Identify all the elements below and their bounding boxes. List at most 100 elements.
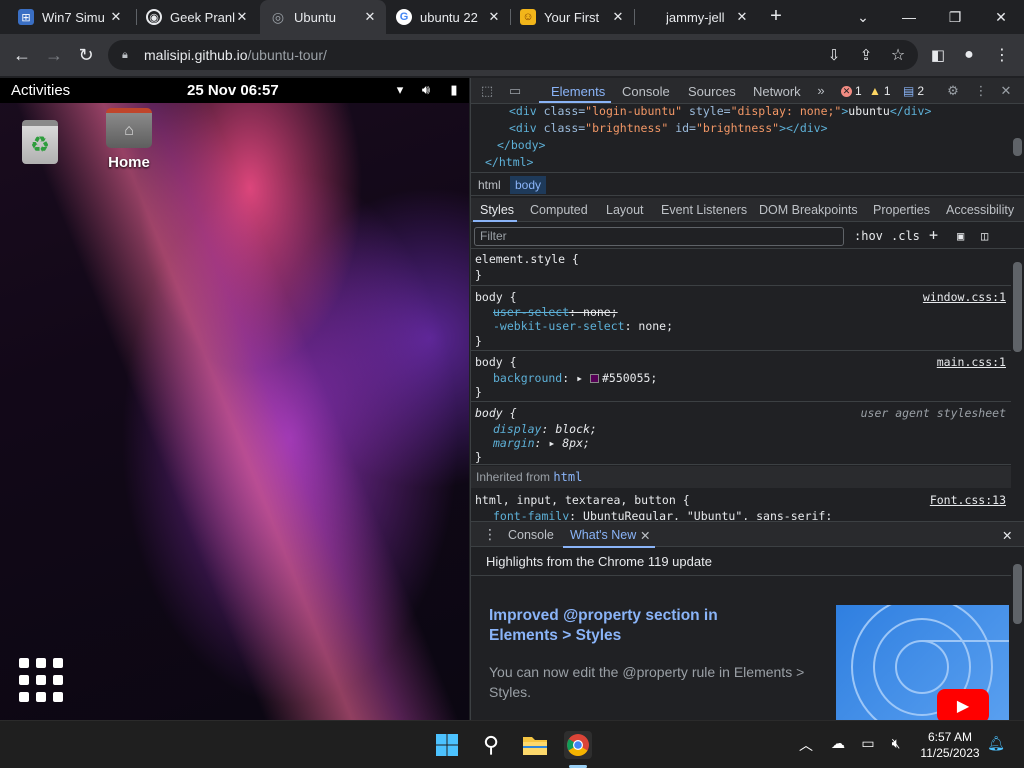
taskbar-clock[interactable]: 6:57 AM 11/25/2023 bbox=[918, 729, 982, 761]
volume-muted-icon[interactable]: 🔇︎ bbox=[886, 735, 906, 755]
browser-tab-first[interactable]: ☺ Your First ✕ bbox=[510, 0, 634, 34]
network-icon[interactable]: ▭ bbox=[858, 735, 878, 755]
warning-count-badge[interactable]: ▲ 1 bbox=[869, 84, 891, 98]
minimize-button[interactable]: — bbox=[886, 0, 932, 34]
close-icon[interactable]: ✕ bbox=[234, 9, 250, 25]
activities-button[interactable]: Activities bbox=[11, 82, 70, 99]
volume-icon[interactable]: 🔊︎ bbox=[418, 82, 434, 98]
address-bar[interactable]: 🔒︎ malisipi.github.io/ubuntu-tour/ bbox=[108, 40, 918, 70]
home-desktop-icon[interactable]: ⌂ Home bbox=[106, 108, 152, 171]
battery-icon[interactable]: ▮ bbox=[446, 82, 462, 98]
search-icon[interactable]: ⚲ bbox=[477, 731, 505, 759]
side-panel-icon[interactable]: ◧ bbox=[926, 43, 950, 67]
devtools-menu-icon[interactable]: ⋮ bbox=[973, 83, 989, 99]
close-window-button[interactable]: ✕ bbox=[978, 0, 1024, 34]
tab-network[interactable]: Network bbox=[753, 84, 801, 99]
notification-bell-icon[interactable]: 🔔︎ bbox=[986, 735, 1006, 755]
inspect-element-icon[interactable]: ⬚ bbox=[479, 83, 495, 99]
tab-console[interactable]: Console bbox=[622, 84, 670, 99]
paint-brush-icon[interactable]: ▣ bbox=[957, 229, 964, 243]
close-icon[interactable]: ✕ bbox=[108, 9, 124, 25]
lock-icon[interactable]: 🔒︎ bbox=[122, 49, 134, 61]
dom-line[interactable]: <div class="brightness" id="brightness">… bbox=[509, 121, 828, 135]
close-icon[interactable]: ✕ bbox=[640, 528, 650, 543]
close-icon[interactable]: ✕ bbox=[362, 9, 378, 25]
drawer-menu-icon[interactable]: ⋮ bbox=[483, 526, 497, 543]
drawer-tab-whats-new[interactable]: What's New bbox=[570, 528, 636, 542]
onedrive-icon[interactable]: ☁ bbox=[828, 735, 848, 755]
style-rule-font-css[interactable]: html, input, textarea, button { Font.css… bbox=[471, 489, 1011, 520]
browser-tab-win7[interactable]: ⊞ Win7 Simu ✕ bbox=[8, 0, 132, 34]
declaration[interactable]: font-family: UbuntuRegular, "Ubuntu", sa… bbox=[493, 509, 832, 520]
top-bar-clock[interactable]: 25 Nov 06:57 bbox=[187, 82, 279, 99]
dom-scrollbar[interactable] bbox=[1011, 104, 1023, 172]
forward-button[interactable]: → bbox=[42, 43, 66, 67]
cls-toggle[interactable]: .cls bbox=[891, 229, 920, 243]
bookmark-star-icon[interactable]: ☆ bbox=[886, 43, 910, 67]
share-icon[interactable]: ⇪ bbox=[854, 43, 878, 67]
browser-tab-ubuntu[interactable]: ◎ Ubuntu ✕ bbox=[260, 0, 386, 34]
declaration[interactable]: -webkit-user-select: none; bbox=[493, 319, 673, 333]
style-rule-user-agent[interactable]: body { user agent stylesheet display: bl… bbox=[471, 403, 1011, 465]
declaration[interactable]: margin: ▸ 8px; bbox=[493, 436, 590, 450]
close-icon[interactable]: ✕ bbox=[486, 9, 502, 25]
breadcrumb-html[interactable]: html bbox=[478, 178, 501, 192]
dom-line[interactable]: </body> bbox=[497, 138, 545, 152]
youtube-play-icon[interactable]: ▶ bbox=[937, 689, 989, 720]
settings-gear-icon[interactable]: ⚙ bbox=[945, 83, 961, 99]
subtab-styles[interactable]: Styles bbox=[480, 203, 514, 217]
tab-search-chevron-icon[interactable]: ⌄ bbox=[840, 0, 886, 34]
reload-button[interactable]: ↻ bbox=[74, 43, 98, 67]
source-link[interactable]: main.css:1 bbox=[937, 355, 1006, 369]
style-rule-element[interactable]: element.style { } bbox=[471, 250, 1011, 286]
profile-avatar-icon[interactable]: ● bbox=[957, 43, 981, 67]
subtab-computed[interactable]: Computed bbox=[530, 203, 588, 217]
dom-line[interactable]: </html> bbox=[485, 155, 533, 169]
back-button[interactable]: ← bbox=[10, 43, 34, 67]
breadcrumb-body[interactable]: body bbox=[510, 176, 547, 194]
install-app-icon[interactable]: ⇩ bbox=[822, 43, 846, 67]
whats-new-video-thumbnail[interactable]: ▶ bbox=[836, 605, 1009, 720]
toggle-sidebar-icon[interactable]: ◫ bbox=[981, 229, 988, 243]
tab-elements[interactable]: Elements bbox=[551, 84, 605, 99]
browser-tab-geek[interactable]: ◉ Geek Pranl ✕ bbox=[136, 0, 258, 34]
whats-new-title[interactable]: Improved @property section in Elements >… bbox=[489, 606, 789, 646]
file-explorer-icon[interactable] bbox=[521, 731, 549, 759]
subtab-layout[interactable]: Layout bbox=[606, 203, 644, 217]
device-toolbar-icon[interactable]: ▭ bbox=[507, 83, 523, 99]
show-applications-grid-icon[interactable] bbox=[19, 658, 63, 702]
tab-sources[interactable]: Sources bbox=[688, 84, 736, 99]
whats-new-scrollbar[interactable] bbox=[1011, 548, 1023, 720]
styles-filter-input[interactable]: Filter bbox=[474, 227, 844, 246]
show-hidden-icons-chevron-icon[interactable]: ︿ bbox=[796, 735, 816, 755]
inherited-tag-link[interactable]: html bbox=[553, 470, 582, 484]
color-swatch[interactable] bbox=[589, 374, 599, 383]
close-devtools-icon[interactable]: ✕ bbox=[998, 83, 1014, 99]
close-icon[interactable]: ✕ bbox=[734, 9, 750, 25]
windows-start-icon[interactable] bbox=[433, 731, 461, 759]
subtab-properties[interactable]: Properties bbox=[873, 203, 930, 217]
subtab-event-listeners[interactable]: Event Listeners bbox=[661, 203, 747, 217]
source-link[interactable]: Font.css:13 bbox=[930, 493, 1006, 507]
more-tabs-chevron-icon[interactable]: » bbox=[813, 83, 829, 99]
declaration[interactable]: background: ▸ #550055; bbox=[493, 371, 657, 385]
declaration[interactable]: display: block; bbox=[493, 422, 597, 436]
style-rule-main-css[interactable]: body { main.css:1 background: ▸ #550055;… bbox=[471, 352, 1011, 402]
browser-tab-ubuntu22[interactable]: G ubuntu 22 ✕ bbox=[386, 0, 510, 34]
style-rule-window-css[interactable]: body { window.css:1 user-select: none; -… bbox=[471, 287, 1011, 351]
new-tab-button[interactable]: + bbox=[766, 6, 786, 27]
dom-line[interactable]: <div class="login-ubuntu" style="display… bbox=[509, 104, 931, 118]
source-link[interactable]: window.css:1 bbox=[923, 290, 1006, 304]
message-count-badge[interactable]: ▤ 2 bbox=[903, 84, 924, 98]
hov-toggle[interactable]: :hov bbox=[854, 229, 883, 243]
chrome-icon[interactable] bbox=[564, 731, 592, 759]
restore-button[interactable]: ❐ bbox=[932, 0, 978, 34]
drawer-tab-console[interactable]: Console bbox=[508, 528, 554, 542]
kebab-menu-icon[interactable]: ⋮ bbox=[990, 43, 1014, 67]
new-style-rule-icon[interactable]: + bbox=[929, 226, 938, 244]
error-count-badge[interactable]: ✕ 1 bbox=[841, 84, 862, 98]
subtab-accessibility[interactable]: Accessibility bbox=[946, 203, 1014, 217]
styles-pane[interactable]: element.style { } body { window.css:1 us… bbox=[471, 250, 1011, 520]
close-icon[interactable]: ✕ bbox=[610, 9, 626, 25]
close-drawer-icon[interactable]: ✕ bbox=[1002, 528, 1012, 543]
